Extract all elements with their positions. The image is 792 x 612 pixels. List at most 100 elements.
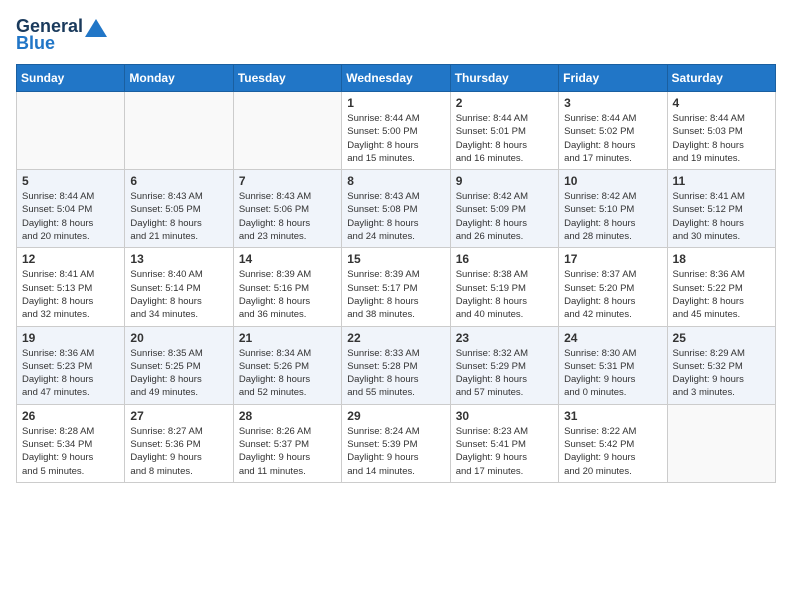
week-row-4: 19 Sunrise: 8:36 AM Sunset: 5:23 PM Dayli… <box>17 326 776 404</box>
day-number: 30 <box>456 409 553 423</box>
day-number: 20 <box>130 331 227 345</box>
day-info: Sunrise: 8:38 AM Sunset: 5:19 PM Dayligh… <box>456 268 553 321</box>
logo-icon <box>85 19 107 37</box>
day-number: 25 <box>673 331 770 345</box>
day-info: Sunrise: 8:36 AM Sunset: 5:22 PM Dayligh… <box>673 268 770 321</box>
day-info: Sunrise: 8:41 AM Sunset: 5:13 PM Dayligh… <box>22 268 119 321</box>
calendar-table: SundayMondayTuesdayWednesdayThursdayFrid… <box>16 64 776 483</box>
day-header-sunday: Sunday <box>17 65 125 92</box>
day-number: 16 <box>456 252 553 266</box>
day-info: Sunrise: 8:24 AM Sunset: 5:39 PM Dayligh… <box>347 425 444 478</box>
day-info: Sunrise: 8:44 AM Sunset: 5:00 PM Dayligh… <box>347 112 444 165</box>
calendar-cell: 30 Sunrise: 8:23 AM Sunset: 5:41 PM Dayli… <box>450 404 558 482</box>
day-number: 18 <box>673 252 770 266</box>
day-info: Sunrise: 8:43 AM Sunset: 5:06 PM Dayligh… <box>239 190 336 243</box>
day-number: 15 <box>347 252 444 266</box>
day-number: 1 <box>347 96 444 110</box>
week-row-3: 12Sunrise: 8:41 AM Sunset: 5:13 PM Dayli… <box>17 248 776 326</box>
calendar-cell: 4Sunrise: 8:44 AM Sunset: 5:03 PM Daylig… <box>667 92 775 170</box>
day-header-monday: Monday <box>125 65 233 92</box>
calendar-cell: 14Sunrise: 8:39 AM Sunset: 5:16 PM Dayli… <box>233 248 341 326</box>
day-info: Sunrise: 8:32 AM Sunset: 5:29 PM Dayligh… <box>456 347 553 400</box>
calendar-cell: 10 Sunrise: 8:42 AM Sunset: 5:10 PM Dayli… <box>559 170 667 248</box>
calendar-cell: 24 Sunrise: 8:30 AM Sunset: 5:31 PM Dayli… <box>559 326 667 404</box>
day-number: 21 <box>239 331 336 345</box>
day-header-friday: Friday <box>559 65 667 92</box>
day-number: 6 <box>130 174 227 188</box>
day-header-thursday: Thursday <box>450 65 558 92</box>
day-info: Sunrise: 8:29 AM Sunset: 5:32 PM Dayligh… <box>673 347 770 400</box>
day-number: 13 <box>130 252 227 266</box>
day-info: Sunrise: 8:42 AM Sunset: 5:10 PM Dayligh… <box>564 190 661 243</box>
day-info: Sunrise: 8:28 AM Sunset: 5:34 PM Dayligh… <box>22 425 119 478</box>
day-info: Sunrise: 8:26 AM Sunset: 5:37 PM Dayligh… <box>239 425 336 478</box>
day-info: Sunrise: 8:39 AM Sunset: 5:17 PM Dayligh… <box>347 268 444 321</box>
logo: General Blue <box>16 16 107 54</box>
calendar-cell: 11Sunrise: 8:41 AM Sunset: 5:12 PM Dayli… <box>667 170 775 248</box>
calendar-cell: 25 Sunrise: 8:29 AM Sunset: 5:32 PM Dayli… <box>667 326 775 404</box>
calendar-cell: 2Sunrise: 8:44 AM Sunset: 5:01 PM Daylig… <box>450 92 558 170</box>
calendar-cell <box>125 92 233 170</box>
day-number: 7 <box>239 174 336 188</box>
day-info: Sunrise: 8:44 AM Sunset: 5:04 PM Dayligh… <box>22 190 119 243</box>
day-info: Sunrise: 8:22 AM Sunset: 5:42 PM Dayligh… <box>564 425 661 478</box>
day-info: Sunrise: 8:23 AM Sunset: 5:41 PM Dayligh… <box>456 425 553 478</box>
day-number: 26 <box>22 409 119 423</box>
day-number: 28 <box>239 409 336 423</box>
day-info: Sunrise: 8:44 AM Sunset: 5:03 PM Dayligh… <box>673 112 770 165</box>
day-info: Sunrise: 8:40 AM Sunset: 5:14 PM Dayligh… <box>130 268 227 321</box>
day-info: Sunrise: 8:35 AM Sunset: 5:25 PM Dayligh… <box>130 347 227 400</box>
calendar-cell: 8 Sunrise: 8:43 AM Sunset: 5:08 PM Daylig… <box>342 170 450 248</box>
day-number: 27 <box>130 409 227 423</box>
day-info: Sunrise: 8:36 AM Sunset: 5:23 PM Dayligh… <box>22 347 119 400</box>
calendar-cell: 13 Sunrise: 8:40 AM Sunset: 5:14 PM Dayli… <box>125 248 233 326</box>
calendar-cell: 19 Sunrise: 8:36 AM Sunset: 5:23 PM Dayli… <box>17 326 125 404</box>
day-number: 8 <box>347 174 444 188</box>
calendar-cell: 27 Sunrise: 8:27 AM Sunset: 5:36 PM Dayli… <box>125 404 233 482</box>
day-info: Sunrise: 8:43 AM Sunset: 5:05 PM Dayligh… <box>130 190 227 243</box>
calendar-cell: 28 Sunrise: 8:26 AM Sunset: 5:37 PM Dayli… <box>233 404 341 482</box>
calendar-cell: 5 Sunrise: 8:44 AM Sunset: 5:04 PM Daylig… <box>17 170 125 248</box>
calendar-cell: 9Sunrise: 8:42 AM Sunset: 5:09 PM Daylig… <box>450 170 558 248</box>
calendar-cell <box>233 92 341 170</box>
calendar-cell: 18 Sunrise: 8:36 AM Sunset: 5:22 PM Dayli… <box>667 248 775 326</box>
week-row-1: 1 Sunrise: 8:44 AM Sunset: 5:00 PM Daylig… <box>17 92 776 170</box>
day-info: Sunrise: 8:43 AM Sunset: 5:08 PM Dayligh… <box>347 190 444 243</box>
calendar-cell: 21 Sunrise: 8:34 AM Sunset: 5:26 PM Dayli… <box>233 326 341 404</box>
day-info: Sunrise: 8:27 AM Sunset: 5:36 PM Dayligh… <box>130 425 227 478</box>
day-number: 2 <box>456 96 553 110</box>
day-header-wednesday: Wednesday <box>342 65 450 92</box>
day-number: 24 <box>564 331 661 345</box>
day-info: Sunrise: 8:41 AM Sunset: 5:12 PM Dayligh… <box>673 190 770 243</box>
day-info: Sunrise: 8:39 AM Sunset: 5:16 PM Dayligh… <box>239 268 336 321</box>
day-number: 23 <box>456 331 553 345</box>
day-info: Sunrise: 8:37 AM Sunset: 5:20 PM Dayligh… <box>564 268 661 321</box>
day-number: 31 <box>564 409 661 423</box>
calendar-cell: 20 Sunrise: 8:35 AM Sunset: 5:25 PM Dayli… <box>125 326 233 404</box>
calendar-cell: 22Sunrise: 8:33 AM Sunset: 5:28 PM Dayli… <box>342 326 450 404</box>
day-number: 17 <box>564 252 661 266</box>
day-number: 3 <box>564 96 661 110</box>
calendar-cell: 3Sunrise: 8:44 AM Sunset: 5:02 PM Daylig… <box>559 92 667 170</box>
week-row-5: 26 Sunrise: 8:28 AM Sunset: 5:34 PM Dayli… <box>17 404 776 482</box>
day-number: 10 <box>564 174 661 188</box>
calendar-cell: 31 Sunrise: 8:22 AM Sunset: 5:42 PM Dayli… <box>559 404 667 482</box>
day-info: Sunrise: 8:30 AM Sunset: 5:31 PM Dayligh… <box>564 347 661 400</box>
calendar-cell: 6 Sunrise: 8:43 AM Sunset: 5:05 PM Daylig… <box>125 170 233 248</box>
day-number: 29 <box>347 409 444 423</box>
day-number: 5 <box>22 174 119 188</box>
week-row-2: 5 Sunrise: 8:44 AM Sunset: 5:04 PM Daylig… <box>17 170 776 248</box>
calendar-header-row: SundayMondayTuesdayWednesdayThursdayFrid… <box>17 65 776 92</box>
day-info: Sunrise: 8:34 AM Sunset: 5:26 PM Dayligh… <box>239 347 336 400</box>
calendar-cell: 1 Sunrise: 8:44 AM Sunset: 5:00 PM Daylig… <box>342 92 450 170</box>
day-header-saturday: Saturday <box>667 65 775 92</box>
calendar-cell: 17 Sunrise: 8:37 AM Sunset: 5:20 PM Dayli… <box>559 248 667 326</box>
logo-blue: Blue <box>16 33 55 54</box>
calendar-cell <box>667 404 775 482</box>
calendar-cell: 23 Sunrise: 8:32 AM Sunset: 5:29 PM Dayli… <box>450 326 558 404</box>
calendar-cell: 16 Sunrise: 8:38 AM Sunset: 5:19 PM Dayli… <box>450 248 558 326</box>
day-header-tuesday: Tuesday <box>233 65 341 92</box>
day-info: Sunrise: 8:33 AM Sunset: 5:28 PM Dayligh… <box>347 347 444 400</box>
day-number: 19 <box>22 331 119 345</box>
calendar-cell: 26 Sunrise: 8:28 AM Sunset: 5:34 PM Dayli… <box>17 404 125 482</box>
